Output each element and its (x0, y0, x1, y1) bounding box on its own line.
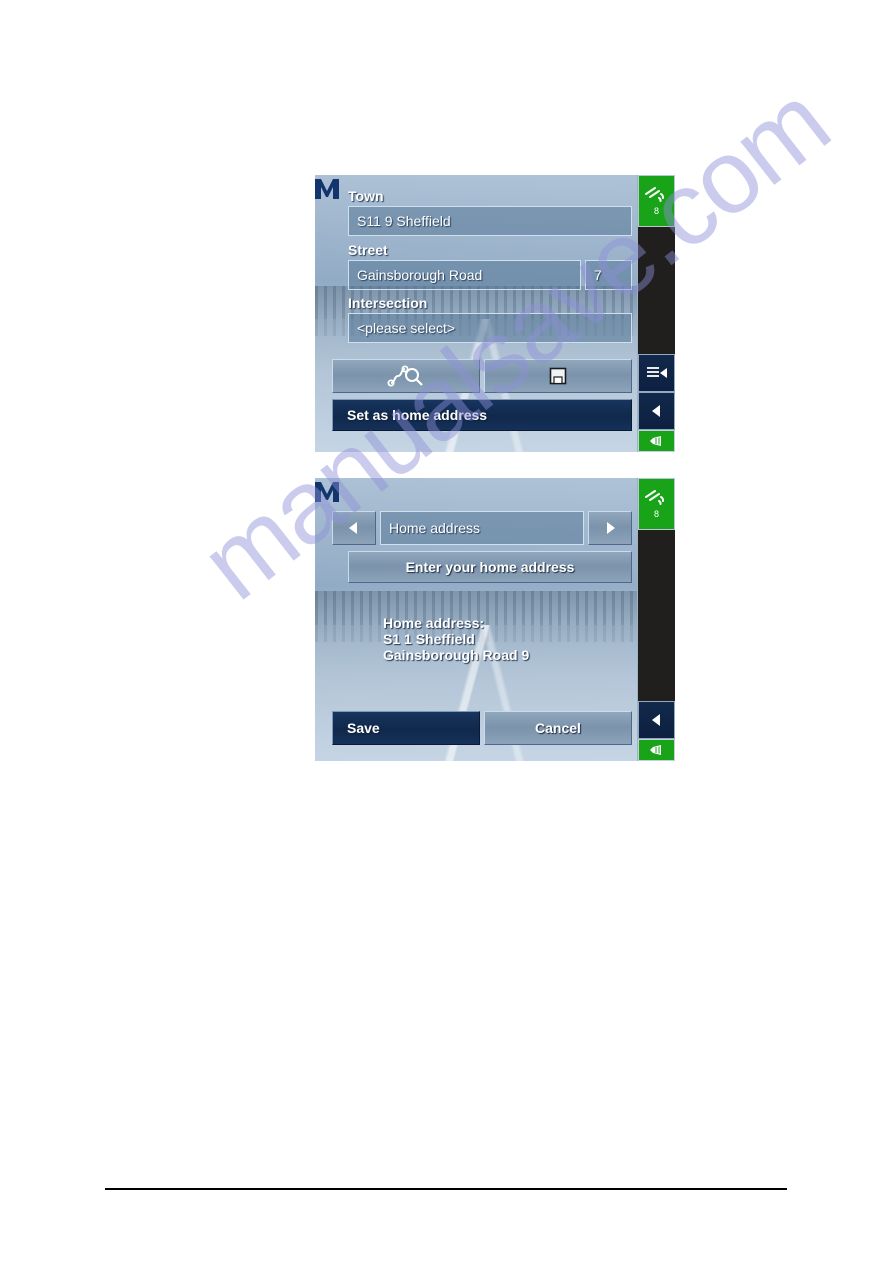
intersection-field[interactable]: <please select> (348, 313, 632, 343)
save-button[interactable]: Save (332, 711, 480, 745)
home-address-info: Home address: S1 1 Sheffield Gainsboroug… (383, 615, 623, 663)
cancel-button[interactable]: Cancel (484, 711, 632, 745)
home-address-line1: S1 1 Sheffield (383, 631, 475, 647)
save-destination-button[interactable] (484, 359, 632, 393)
next-setting-button[interactable] (588, 511, 632, 545)
menu-list-icon (646, 367, 667, 378)
gps-status-indicator[interactable]: 8 (638, 175, 675, 227)
street-label: Street (348, 242, 388, 258)
town-label: Town (348, 188, 384, 204)
sidebar-spacer (638, 227, 675, 354)
home-address-line2: Gainsborough Road 9 (383, 647, 530, 663)
device-screenshot-home-address: Home address Enter your home address Hom… (315, 478, 675, 761)
house-number-field[interactable]: 7 (585, 260, 632, 290)
footer-rule (105, 1188, 787, 1190)
menu-button[interactable] (638, 354, 675, 392)
hand-gesture-button[interactable] (638, 430, 675, 452)
left-arrow-icon (349, 522, 357, 534)
set-as-home-address-button[interactable]: Set as home address (332, 399, 632, 431)
floppy-save-icon (549, 367, 567, 385)
setting-title-field: Home address (380, 511, 584, 545)
town-field[interactable]: S11 9 Sheffield (348, 206, 632, 236)
back-arrow-icon (651, 714, 660, 726)
enter-home-address-button[interactable]: Enter your home address (348, 551, 632, 583)
intersection-label: Intersection (348, 295, 428, 311)
sidebar-spacer (638, 530, 675, 701)
previous-setting-button[interactable] (332, 511, 376, 545)
back-button[interactable] (638, 392, 675, 430)
street-field[interactable]: Gainsborough Road (348, 260, 581, 290)
gps-status-indicator[interactable]: 8 (638, 478, 675, 530)
nav-screen-address-entry: Town S11 9 Sheffield Street Gainsborough… (315, 175, 637, 452)
satellite-count: 8 (653, 206, 659, 216)
home-address-heading: Home address: (383, 615, 485, 631)
hand-icon (649, 745, 661, 755)
search-route-button[interactable] (332, 359, 480, 393)
m-logo-icon (315, 179, 339, 199)
route-search-icon (387, 365, 423, 387)
hand-gesture-button[interactable] (638, 739, 675, 761)
device-sidebar-1: 8 (637, 175, 675, 452)
satellite-icon (644, 490, 664, 505)
device-screenshot-address-entry: Town S11 9 Sheffield Street Gainsborough… (315, 175, 675, 452)
satellite-count: 8 (653, 509, 659, 519)
device-sidebar-2: 8 (637, 478, 675, 761)
nav-screen-home-address: Home address Enter your home address Hom… (315, 478, 637, 761)
back-arrow-icon (651, 405, 660, 417)
hand-icon (649, 436, 661, 446)
right-arrow-icon (607, 522, 615, 534)
m-logo-icon (315, 482, 339, 502)
back-button[interactable] (638, 701, 675, 739)
satellite-icon (644, 187, 664, 202)
